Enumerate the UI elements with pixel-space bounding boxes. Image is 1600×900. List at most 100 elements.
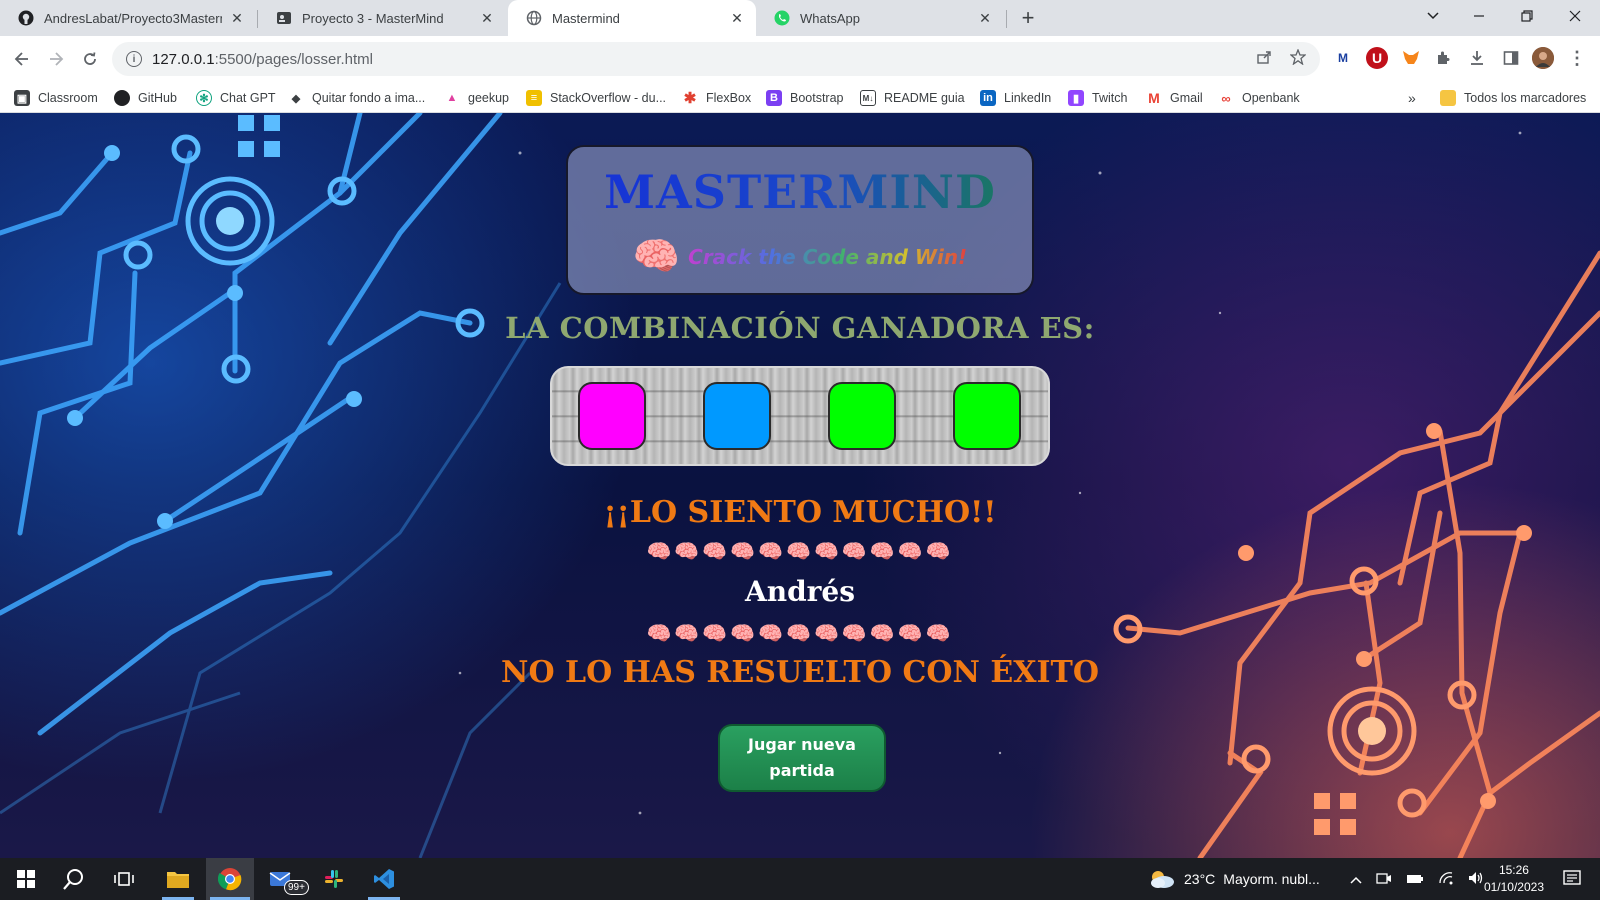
- tab-github[interactable]: AndresLabat/Proyecto3Masterm ✕: [0, 0, 256, 36]
- target-icon-orange: [1327, 686, 1417, 776]
- share-icon[interactable]: [1256, 49, 1272, 70]
- bookmark-label: StackOverflow - du...: [550, 91, 667, 105]
- solution-peg-green: [828, 382, 896, 450]
- url-path: :5500/pages/losser.html: [214, 50, 373, 68]
- bookmark-chatgpt[interactable]: ✻ Chat GPT: [196, 88, 276, 108]
- reload-icon[interactable]: [78, 47, 102, 71]
- markdown-icon: M↓: [860, 90, 876, 106]
- tab-separator: [1006, 10, 1007, 28]
- close-tab-icon[interactable]: ✕: [228, 9, 246, 27]
- bookmarks-bar: ▣ Classroom GitHub ✻ Chat GPT ◆ Quitar f…: [0, 82, 1600, 113]
- bookmark-flexbox[interactable]: ✱ FlexBox: [682, 88, 751, 108]
- system-clock[interactable]: 15:26 01/10/2023: [1484, 862, 1544, 896]
- weather-temp: 23°C: [1184, 871, 1216, 887]
- solution-peg-green: [953, 382, 1021, 450]
- layers-icon: ◆: [291, 92, 301, 105]
- player-name: Andrés: [745, 575, 855, 608]
- site-info-icon[interactable]: i: [126, 51, 142, 67]
- battery-icon[interactable]: [1406, 871, 1424, 887]
- brain-row-top: 🧠🧠🧠🧠🧠🧠🧠🧠🧠🧠🧠: [646, 541, 954, 563]
- bookmark-label: Chat GPT: [220, 91, 276, 105]
- folder-icon: [1440, 90, 1456, 106]
- metamask-extension-icon[interactable]: [1400, 47, 1422, 69]
- wifi-icon[interactable]: [1438, 871, 1454, 888]
- new-tab-button[interactable]: +: [1016, 5, 1040, 30]
- show-hidden-icons-icon[interactable]: [1350, 871, 1362, 887]
- github-icon: [114, 90, 130, 106]
- bookmark-label: geekup: [468, 91, 510, 105]
- back-icon[interactable]: [10, 47, 34, 71]
- extensions-puzzle-icon[interactable]: [1432, 47, 1454, 69]
- bookmark-openbank[interactable]: ∞ Openbank: [1218, 88, 1300, 108]
- bookmark-bootstrap[interactable]: B Bootstrap: [766, 88, 844, 108]
- file-explorer-icon[interactable]: [154, 858, 202, 900]
- bookmark-linkedin[interactable]: in LinkedIn: [980, 88, 1051, 108]
- solution-board: [550, 366, 1050, 466]
- gmail-icon: M: [1148, 90, 1160, 106]
- chrome-icon[interactable]: [206, 858, 254, 900]
- globe-icon: [526, 10, 542, 26]
- address-bar[interactable]: i 127.0.0.1:5500/pages/losser.html: [112, 42, 1320, 76]
- whatsapp-icon: [774, 10, 790, 26]
- bookmark-geekup[interactable]: ▲ geekup: [444, 88, 509, 108]
- ublock-extension-icon[interactable]: U: [1366, 47, 1388, 69]
- weather-text: Mayorm. nubl...: [1223, 871, 1320, 887]
- page-viewport: MASTERMIND 🧠 Crack the Code and Win! LA …: [0, 113, 1600, 858]
- github-icon: [18, 10, 34, 26]
- bookmark-twitch[interactable]: ▮ Twitch: [1068, 88, 1127, 108]
- logo-card: MASTERMIND 🧠 Crack the Code and Win!: [566, 145, 1034, 295]
- task-view-icon[interactable]: [100, 858, 148, 900]
- bookmark-github[interactable]: GitHub: [114, 88, 177, 108]
- notifications-icon[interactable]: [1548, 858, 1596, 900]
- bookmark-label: Openbank: [1242, 91, 1300, 105]
- side-panel-icon[interactable]: [1500, 47, 1522, 69]
- weather-widget[interactable]: 23°C Mayorm. nubl...: [1148, 858, 1320, 900]
- bookmark-quitar-fondo[interactable]: ◆ Quitar fondo a ima...: [288, 88, 426, 108]
- close-tab-icon[interactable]: ✕: [478, 9, 496, 27]
- close-tab-icon[interactable]: ✕: [976, 9, 994, 27]
- movistar-extension-icon[interactable]: M: [1332, 47, 1354, 69]
- restore-icon[interactable]: [1504, 0, 1550, 32]
- target-icon-blue: [185, 176, 275, 266]
- bookmark-label: Gmail: [1170, 91, 1203, 105]
- bookmark-readme[interactable]: M↓ README guia: [860, 88, 965, 108]
- bookmark-label: Quitar fondo a ima...: [312, 91, 426, 105]
- bookmark-stackoverflow[interactable]: ≡ StackOverflow - du...: [526, 88, 666, 108]
- tab-title: WhatsApp: [800, 10, 860, 26]
- bookmark-label: Bootstrap: [790, 91, 844, 105]
- url-host: 127.0.0.1: [152, 50, 215, 68]
- menu-kebab-icon[interactable]: ⋮: [1566, 47, 1588, 69]
- search-icon[interactable]: [50, 858, 98, 900]
- bookmark-classroom[interactable]: ▣ Classroom: [14, 88, 98, 108]
- chatgpt-icon: ✻: [196, 90, 212, 106]
- tab-mastermind[interactable]: Mastermind ✕: [508, 0, 756, 36]
- forward-icon[interactable]: [44, 47, 68, 71]
- bookmarks-overflow-button[interactable]: »: [1408, 88, 1416, 108]
- weather-cloud-icon: [1151, 871, 1174, 888]
- new-game-button[interactable]: Jugar nueva partida: [718, 724, 886, 792]
- close-tab-icon[interactable]: ✕: [728, 9, 746, 27]
- bookmark-star-icon[interactable]: [1289, 48, 1307, 70]
- tab-proyecto3[interactable]: Proyecto 3 - MasterMind ✕: [258, 0, 506, 36]
- close-window-icon[interactable]: [1552, 0, 1598, 32]
- mail-icon[interactable]: 99+: [258, 858, 309, 900]
- failure-message: NO LO HAS RESUELTO CON ÉXITO: [501, 655, 1099, 690]
- page-icon: [276, 10, 292, 26]
- classroom-icon: ▣: [14, 90, 30, 106]
- tab-whatsapp[interactable]: WhatsApp ✕: [756, 0, 1004, 36]
- tab-search-icon[interactable]: [1410, 0, 1456, 32]
- brain-row-bottom: 🧠🧠🧠🧠🧠🧠🧠🧠🧠🧠🧠: [646, 623, 954, 645]
- download-icon[interactable]: [1466, 47, 1488, 69]
- slack-icon[interactable]: [310, 858, 358, 900]
- windows-start-icon[interactable]: [2, 858, 50, 900]
- vscode-icon[interactable]: [360, 858, 408, 900]
- brain-icon: 🧠: [632, 236, 681, 278]
- meet-now-icon[interactable]: [1376, 871, 1392, 888]
- minimize-icon[interactable]: [1456, 0, 1502, 32]
- volume-icon[interactable]: [1468, 871, 1484, 888]
- all-bookmarks-folder[interactable]: Todos los marcadores: [1440, 88, 1586, 108]
- sorry-message: ¡¡LO SIENTO MUCHO!!: [603, 495, 997, 530]
- bookmark-gmail[interactable]: M Gmail: [1146, 88, 1203, 108]
- bookmark-label: GitHub: [138, 91, 177, 105]
- profile-avatar[interactable]: [1532, 47, 1554, 69]
